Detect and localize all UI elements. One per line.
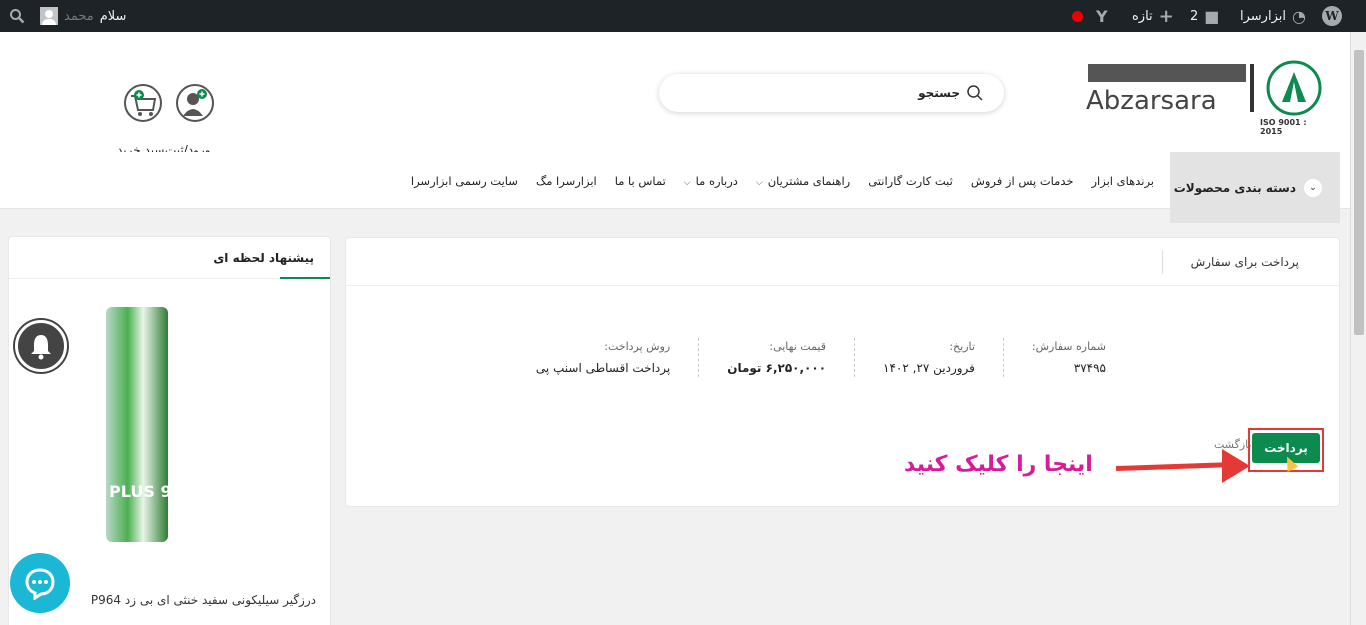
sealant-tube	[106, 307, 168, 542]
site-name: ابزارسرا	[1240, 8, 1286, 24]
order-number-label: شماره سفارش:	[1031, 340, 1106, 353]
main-nav: ⌄ دسته بندی محصولات برندهای ابزار خدمات …	[0, 152, 1350, 223]
chevron-down-icon: ⌄	[1304, 178, 1322, 197]
payment-method-field: روش پرداخت: پرداخت اقساطی اسنپ پی	[508, 338, 698, 377]
product-name-link[interactable]: درزگیر سیلیکونی سفید خنثی ای بی زد P964	[91, 593, 316, 607]
order-total-label: قیمت نهایی:	[769, 340, 827, 353]
order-card-header: پرداخت برای سفارش	[346, 238, 1339, 286]
instant-offer-header: پیشنهاد لحظه ای	[9, 237, 330, 279]
search-input[interactable]: جستجو	[659, 74, 1004, 112]
nav-link-contact[interactable]: تماس با ما	[615, 174, 666, 188]
user-account-link[interactable]: محمد سلام	[40, 0, 126, 32]
annotation-text: اینجا را کلیک کنید	[904, 452, 1093, 477]
nav-links: برندهای ابزار خدمات پس از فروش ثبت کارت …	[411, 174, 1154, 188]
plus-icon: +	[1158, 5, 1174, 27]
order-total-value: ۶,۲۵۰,۰۰۰ تومان	[727, 361, 827, 375]
dashboard-icon: ◔	[1291, 6, 1306, 26]
nav-link-customer-guide[interactable]: راهنمای مشتریان ⌵	[756, 174, 850, 188]
order-details: شماره سفارش: ۳۷۴۹۵ تاریخ: فروردین ۲۷, ۱۴…	[508, 338, 1134, 377]
admin-search-icon[interactable]	[9, 0, 25, 32]
nav-link-official-site[interactable]: سایت رسمی ابزارسرا	[411, 174, 518, 188]
status-red-dot	[1072, 0, 1083, 32]
nav-link-customer-guide-label: راهنمای مشتریان	[767, 174, 851, 188]
nav-link-about-label: درباره ما	[695, 174, 738, 188]
user-name: محمد	[64, 8, 94, 24]
product-image-label: PLUS 964	[109, 482, 194, 501]
comments-link[interactable]: 2 ■	[1190, 0, 1219, 32]
site-header: Abzarsara ISO 9001 : 2015 جستجو ورود/ثبت…	[0, 32, 1350, 157]
new-content-link[interactable]: تازه +	[1132, 0, 1174, 32]
payment-method-value: پرداخت اقساطی اسنپ پی	[535, 361, 671, 375]
search-placeholder: جستجو	[918, 86, 960, 100]
order-number-value: ۳۷۴۹۵	[1073, 361, 1106, 375]
categories-menu-button[interactable]: ⌄ دسته بندی محصولات	[1170, 152, 1340, 223]
order-number-field: شماره سفارش: ۳۷۴۹۵	[1002, 338, 1134, 377]
avatar	[40, 7, 58, 25]
logo-text: Abzarsara	[1086, 86, 1217, 116]
nav-link-after-sales[interactable]: خدمات پس از فروش	[971, 174, 1074, 188]
nav-link-about[interactable]: درباره ما ⌵	[684, 174, 738, 188]
nav-link-mag[interactable]: ابزارسرا مگ	[536, 174, 597, 188]
order-date-label: تاریخ:	[949, 340, 975, 353]
categories-label: دسته بندی محصولات	[1173, 180, 1296, 195]
greeting: سلام	[99, 8, 127, 24]
site-logo[interactable]: Abzarsara ISO 9001 : 2015	[1086, 58, 1326, 136]
admin-bar: W ابزارسرا ◔ 2 ■ تازه + Y محمد سلام	[0, 0, 1366, 32]
yoast-icon[interactable]: Y	[1096, 0, 1108, 32]
order-total-field: قیمت نهایی: ۶,۲۵۰,۰۰۰ تومان	[698, 338, 854, 377]
nav-link-warranty[interactable]: ثبت کارت گارانتی	[868, 174, 953, 188]
order-payment-card: پرداخت برای سفارش شماره سفارش: ۳۷۴۹۵ تار…	[345, 237, 1340, 507]
nav-link-brands[interactable]: برندهای ابزار	[1092, 174, 1155, 188]
chevron-down-icon: ⌵	[683, 178, 691, 188]
comment-icon: ■	[1204, 6, 1220, 26]
chat-support-icon[interactable]	[10, 553, 70, 613]
chevron-down-icon: ⌵	[755, 178, 763, 188]
scrollbar-thumb[interactable]	[1354, 50, 1364, 335]
account-icon[interactable]	[176, 84, 214, 122]
order-date-value: فروردین ۲۷, ۱۴۰۲	[883, 361, 975, 375]
cart-icon[interactable]	[124, 84, 162, 122]
wordpress-logo-icon[interactable]: W	[1322, 0, 1342, 32]
title-underline	[280, 277, 330, 279]
annotation-arrow-head	[1222, 449, 1250, 483]
order-date-field: تاریخ: فروردین ۲۷, ۱۴۰۲	[854, 338, 1003, 377]
order-card-title: پرداخت برای سفارش	[1161, 249, 1299, 274]
payment-method-label: روش پرداخت:	[604, 340, 671, 353]
site-name-link[interactable]: ابزارسرا ◔	[1240, 0, 1306, 32]
notification-bell-icon[interactable]	[15, 320, 67, 372]
search-icon	[967, 85, 983, 101]
page-scrollbar[interactable]	[1350, 32, 1366, 625]
logo-iso: ISO 9001 : 2015	[1260, 118, 1307, 136]
instant-offer-title: پیشنهاد لحظه ای	[213, 250, 314, 265]
new-label: تازه	[1132, 8, 1153, 24]
comments-count: 2	[1190, 8, 1199, 24]
annotation-arrow	[1115, 461, 1235, 472]
